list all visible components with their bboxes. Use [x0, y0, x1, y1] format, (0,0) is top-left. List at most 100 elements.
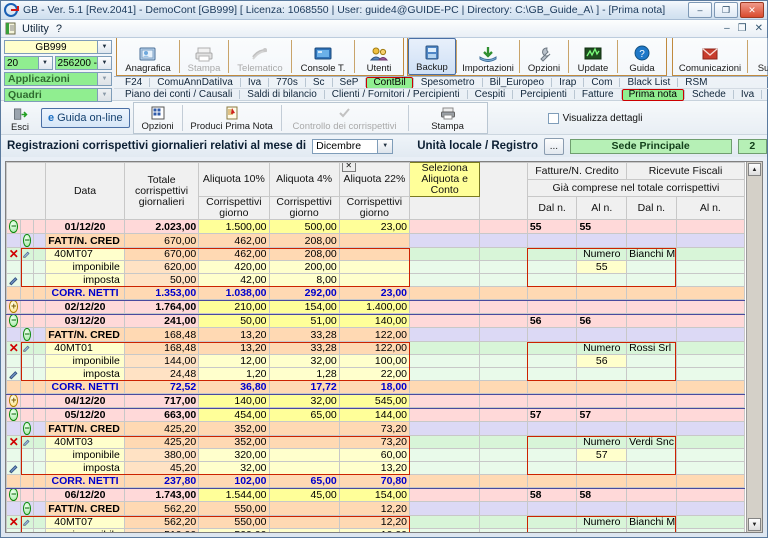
cell-aliquota-22[interactable]: 22,00	[338, 367, 411, 381]
table-row-conto[interactable]: ✕ 40MT07 670,00 462,00 208,00 Numero Bianchi M…	[6, 247, 746, 261]
cell-seleziona[interactable]	[409, 407, 481, 422]
cell-aliquota-22[interactable]: 73,20	[338, 435, 411, 449]
cell-numero-value[interactable]: 56	[576, 354, 628, 368]
table-row-day[interactable]: − 01/12/20 2.023,00 1.500,00 500,00 23,00 55 55	[6, 219, 746, 234]
cell-ricevute-al[interactable]	[675, 461, 746, 475]
cell-numero-label[interactable]: Numero	[576, 435, 628, 449]
cell-aliquota-4[interactable]: 51,00	[268, 313, 340, 328]
ribbon-button-stampa[interactable]: Stampa	[180, 38, 228, 75]
cell-ricevute-al[interactable]	[675, 528, 746, 532]
cell-seleziona[interactable]	[409, 421, 481, 436]
cell-aliquota-22[interactable]: 60,00	[338, 448, 411, 462]
cell-totale[interactable]: 241,00	[123, 313, 200, 328]
cell-ricevute-al[interactable]	[675, 273, 746, 287]
minimize-button[interactable]: –	[688, 2, 712, 18]
collapse-icon[interactable]: −	[9, 488, 19, 501]
tab-saldi-di-bilancio[interactable]: Saldi di bilancio	[240, 89, 324, 100]
cell-ricevute-al[interactable]	[675, 327, 746, 342]
table-row-dettaglio[interactable]: imponibile 620,00 420,00 200,00 55	[6, 260, 746, 274]
cell-aliquota-22[interactable]	[338, 247, 411, 261]
table-row-day[interactable]: − 03/12/20 241,00 50,00 51,00 140,00 56 56	[6, 313, 746, 328]
cell-aliquota-10[interactable]: 550,00	[198, 501, 270, 516]
cell-aliquota-10[interactable]: 420,00	[198, 260, 270, 274]
cell-numero-value[interactable]	[576, 461, 628, 475]
table-row-day[interactable]: − 06/12/20 1.743,00 1.544,00 45,00 154,00 58 58	[6, 487, 746, 502]
year-select[interactable]: 20 ▼	[4, 56, 53, 70]
cell-aliquota-22[interactable]	[338, 260, 411, 274]
cell-fatture-dal[interactable]	[526, 501, 578, 516]
cell-aliquota-10[interactable]: 454,00	[198, 407, 270, 422]
row-expander[interactable]: −	[6, 313, 22, 328]
tab-770s[interactable]: 770s	[269, 77, 305, 88]
tab-sc[interactable]: Sc	[306, 77, 332, 88]
cell-fatture-dal[interactable]	[526, 273, 578, 287]
collapse-icon[interactable]: −	[9, 314, 19, 327]
table-row-day[interactable]: +02/12/20 1.764,00 210,00 154,00 1.400,00	[6, 299, 746, 314]
table-row-dettaglio[interactable]: imposta 50,00 42,00 8,00	[6, 273, 746, 287]
cell-totale[interactable]: 670,00	[123, 247, 200, 261]
tab-f24[interactable]: F24	[118, 77, 149, 88]
cell-totale[interactable]: 425,20	[123, 421, 200, 436]
cell-fatture-dal[interactable]	[526, 247, 578, 261]
cell-aliquota-10[interactable]: 550,00	[198, 515, 270, 529]
cell-seleziona[interactable]	[409, 299, 481, 314]
cell-fatture-dal[interactable]	[526, 327, 578, 342]
tab-rsm[interactable]: RSM	[678, 77, 714, 88]
cell-seleziona[interactable]	[409, 393, 481, 408]
collapse-icon[interactable]: −	[9, 220, 19, 233]
cell-seleziona[interactable]	[409, 435, 481, 449]
cell-ricevute-dal[interactable]	[626, 233, 677, 248]
cell-fatture-al[interactable]: 58	[576, 487, 628, 502]
cell-ricevute-al[interactable]	[675, 393, 746, 408]
cell-seleziona[interactable]	[409, 487, 481, 502]
cell-date[interactable]: 05/12/20	[45, 407, 125, 422]
cell-aliquota-10[interactable]: 462,00	[198, 247, 270, 261]
row-expander[interactable]: −	[20, 327, 34, 342]
delete-row-icon[interactable]: ✕	[9, 343, 19, 354]
ribbon-button-backup[interactable]: Backup	[408, 38, 456, 75]
cell-aliquota-22[interactable]: 13,20	[338, 461, 411, 475]
tab-clienti-fornitori[interactable]: Clienti / Fornitori / Percipienti	[325, 89, 467, 100]
ribbon-button-console-t[interactable]: Console T.	[292, 38, 354, 75]
row-expander[interactable]: −	[20, 421, 34, 436]
cell-fatture-dal[interactable]: 55	[526, 219, 578, 234]
cell-aliquota-4[interactable]	[268, 515, 340, 529]
collapse-icon[interactable]: −	[23, 502, 31, 515]
cell-aliquota-22[interactable]: 10,00	[338, 528, 411, 532]
cell-ricevute-al[interactable]	[675, 448, 746, 462]
cell-aliquota-10[interactable]: 13,20	[198, 327, 270, 342]
cell-intestatario[interactable]	[626, 354, 677, 368]
close-icon[interactable]: ✕	[341, 163, 356, 172]
cell-ricevute-al[interactable]	[675, 260, 746, 274]
cell-aliquota-4[interactable]	[268, 528, 340, 532]
collapse-icon[interactable]: −	[23, 422, 31, 435]
menu-item-utility[interactable]: Utility	[22, 23, 56, 35]
doc-button-produci-prima-nota[interactable]: Produci Prima Nota	[183, 103, 281, 133]
edit-row-button[interactable]	[20, 435, 34, 449]
cell-totale[interactable]: 562,20	[123, 501, 200, 516]
cell-aliquota-4[interactable]: 1,28	[268, 367, 340, 381]
tab-percipienti[interactable]: Percipienti	[513, 89, 574, 100]
cell-aliquota-22[interactable]: 73,20	[338, 421, 411, 436]
cell-aliquota-10[interactable]: 1.544,00	[198, 487, 270, 502]
cell-ricevute-dal[interactable]	[626, 407, 677, 422]
table-row-corrispettivi-netti[interactable]: CORR. NETTI 237,80 102,00 65,00 70,80	[6, 474, 746, 488]
tab-iva[interactable]: Iva	[241, 77, 268, 88]
cell-totale[interactable]: 425,20	[123, 435, 200, 449]
month-select[interactable]: Dicembre ▼	[312, 138, 394, 154]
cell-fatture-dal[interactable]	[526, 299, 578, 314]
cell-aliquota-22[interactable]: 122,00	[338, 327, 411, 342]
cell-aliquota-4[interactable]: 32,00	[268, 393, 340, 408]
cell-fatture-al[interactable]	[576, 299, 628, 314]
cell-seleziona[interactable]	[409, 313, 481, 328]
grid-vertical-scrollbar[interactable]: ▲ ▼	[746, 162, 762, 532]
ribbon-button-supporto[interactable]: GB Supporto	[748, 38, 768, 75]
cell-aliquota-22[interactable]: 12,20	[338, 515, 411, 529]
guide-online-button[interactable]: e Guida on-line	[41, 108, 130, 128]
tab-com[interactable]: Com	[584, 77, 619, 88]
cell-aliquota-22[interactable]: 1.400,00	[338, 299, 411, 314]
ribbon-button-telematico[interactable]: Telematico	[229, 38, 291, 75]
cell-fatture-dal[interactable]: 58	[526, 487, 578, 502]
cell-aliquota-10[interactable]: 500,00	[198, 528, 270, 532]
cell-ricevute-al[interactable]	[675, 219, 746, 234]
